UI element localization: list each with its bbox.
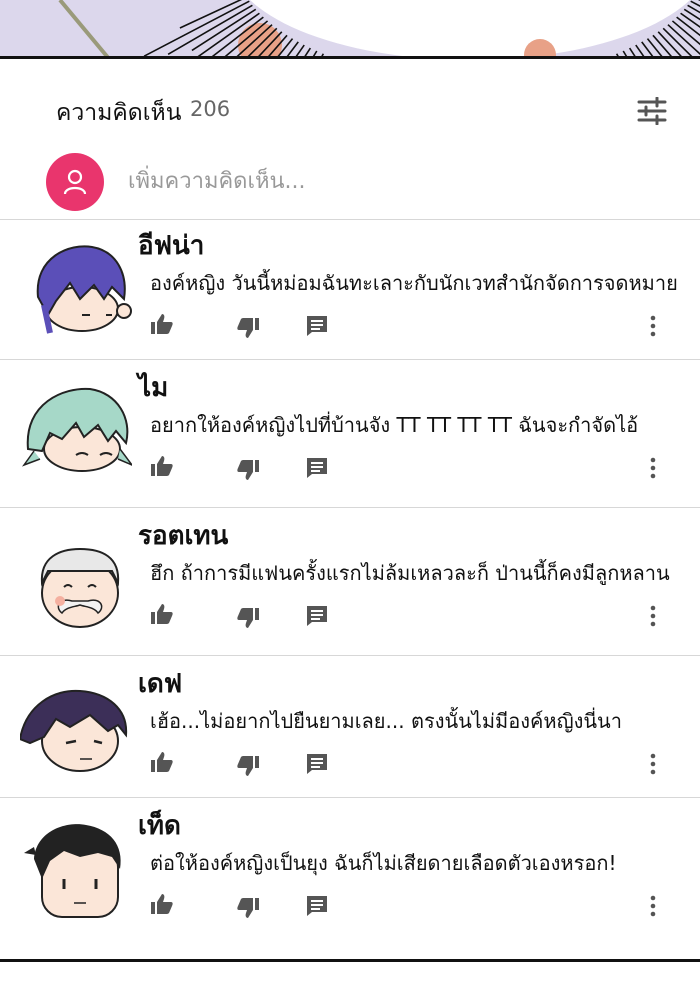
- thumbs-down-icon[interactable]: [236, 755, 260, 777]
- sliders-icon[interactable]: [636, 97, 668, 125]
- comment-author: เดฟ: [138, 669, 183, 699]
- comment-text: อยากให้องค์หญิงไปที่บ้านจัง TT TT TT TT …: [150, 413, 639, 437]
- reply-icon[interactable]: [306, 315, 328, 337]
- character-avatar: [24, 824, 121, 918]
- thumbs-down-icon[interactable]: [236, 897, 260, 919]
- reply-icon[interactable]: [306, 605, 328, 627]
- divider: [0, 507, 700, 508]
- thumbs-up-icon[interactable]: [150, 313, 174, 335]
- comment-author: อีฟน่า: [138, 231, 205, 261]
- thumbs-up-icon[interactable]: [150, 751, 174, 773]
- more-options-icon[interactable]: [646, 457, 660, 479]
- user-avatar-button[interactable]: [46, 153, 104, 211]
- thumbs-down-icon[interactable]: [236, 607, 260, 629]
- comments-panel: ความคิดเห็น 206 เพิ่มความคิดเห็น... อีฟน…: [0, 56, 700, 962]
- reply-icon[interactable]: [306, 753, 328, 775]
- more-options-icon[interactable]: [646, 753, 660, 775]
- character-avatar: [21, 387, 132, 472]
- divider: [0, 655, 700, 656]
- comment-item: เท็ด ต่อให้องค์หญิงเป็นยุง ฉันก็ไม่เสียด…: [0, 799, 700, 939]
- comment-text: ต่อให้องค์หญิงเป็นยุง ฉันก็ไม่เสียดายเลื…: [150, 851, 617, 875]
- thumbs-up-icon[interactable]: [150, 455, 174, 477]
- user-icon: [63, 169, 87, 195]
- more-options-icon[interactable]: [646, 315, 660, 337]
- comments-title: ความคิดเห็น: [56, 100, 182, 126]
- thumbs-up-icon[interactable]: [150, 893, 174, 915]
- reply-icon[interactable]: [306, 457, 328, 479]
- character-avatar: [20, 689, 128, 772]
- more-options-icon[interactable]: [646, 605, 660, 627]
- comment-text: ฮึก ถ้าการมีแฟนครั้งแรกไม่ล้มเหลวละก็ ป่…: [150, 561, 670, 585]
- comment-item: อีฟน่า องค์หญิง วันนี้หม่อมฉันทะเลาะกับน…: [0, 219, 700, 359]
- comment-text: เฮ้อ...ไม่อยากไปยืนยามเลย... ตรงนั้นไม่ม…: [150, 709, 622, 733]
- add-comment-input[interactable]: [128, 163, 648, 199]
- more-options-icon[interactable]: [646, 895, 660, 917]
- character-avatar: [40, 547, 120, 628]
- comment-item: รอตเทน ฮึก ถ้าการมีแฟนครั้งแรกไม่ล้มเหลว…: [0, 509, 700, 649]
- reply-icon[interactable]: [306, 895, 328, 917]
- comment-item: เดฟ เฮ้อ...ไม่อยากไปยืนยามเลย... ตรงนั้น…: [0, 657, 700, 797]
- comments-count: 206: [190, 97, 231, 121]
- divider: [0, 359, 700, 360]
- divider: [0, 797, 700, 798]
- thumbs-down-icon[interactable]: [236, 317, 260, 339]
- comment-text: องค์หญิง วันนี้หม่อมฉันทะเลาะกับนักเวทสำ…: [150, 271, 678, 295]
- comment-item: ไม อยากให้องค์หญิงไปที่บ้านจัง TT TT TT …: [0, 361, 700, 501]
- thumbs-up-icon[interactable]: [150, 603, 174, 625]
- comment-author: เท็ด: [138, 811, 181, 841]
- manga-panel-top: [0, 0, 700, 58]
- speed-lines-illustration: [0, 0, 700, 58]
- comment-author: ไม: [138, 373, 169, 403]
- comments-header: ความคิดเห็น 206: [0, 59, 700, 219]
- thumbs-down-icon[interactable]: [236, 459, 260, 481]
- comment-author: รอตเทน: [138, 521, 229, 551]
- character-avatar: [36, 245, 132, 334]
